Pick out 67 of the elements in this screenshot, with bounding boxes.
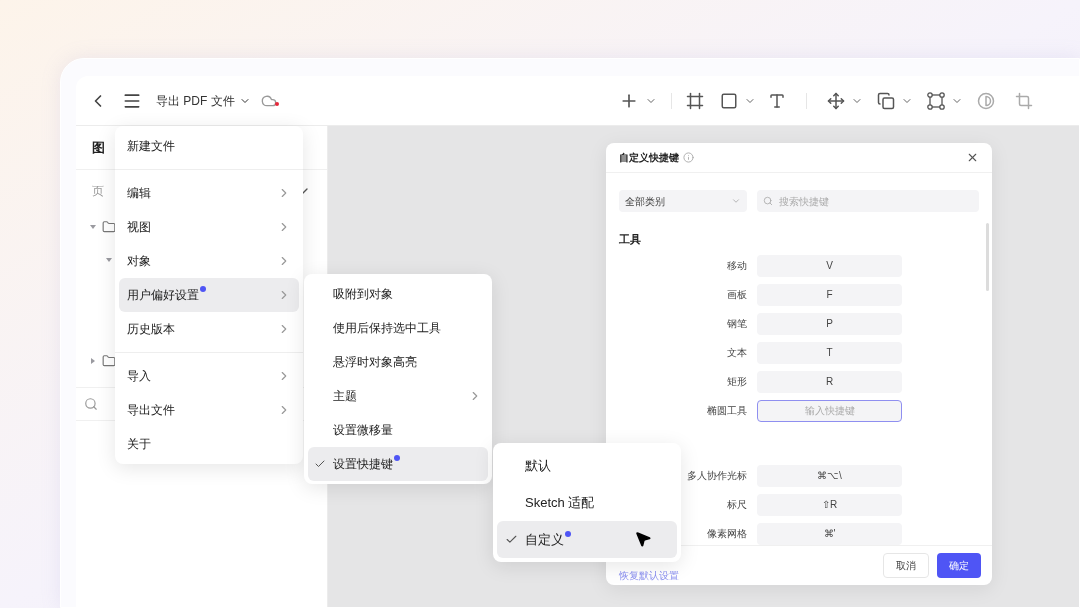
menu-item[interactable]: 导出文件 xyxy=(119,393,299,427)
layers-tab[interactable]: 图 xyxy=(92,137,105,158)
menu-item[interactable]: 新建文件 xyxy=(119,129,299,163)
menu-item[interactable]: 自定义 xyxy=(497,521,677,558)
expand-triangle-icon[interactable] xyxy=(106,256,112,263)
menu-item[interactable]: 主题 xyxy=(308,379,488,413)
category-select[interactable]: 全部类别 xyxy=(619,190,747,212)
vector-path-icon[interactable] xyxy=(927,91,945,110)
shortcut-field[interactable]: F xyxy=(757,283,902,306)
menu-item[interactable]: 设置快捷键 xyxy=(308,447,488,481)
menu-item[interactable]: 关于 xyxy=(119,427,299,461)
shortcut-label: 文本 xyxy=(726,346,747,360)
shortcut-label: 画板 xyxy=(726,288,747,302)
document-title-button[interactable]: 导出 PDF 文件 xyxy=(156,91,251,110)
cursor-icon xyxy=(634,530,652,548)
shortcut-field[interactable]: P xyxy=(757,312,902,335)
scrollbar[interactable] xyxy=(986,223,989,291)
search-field[interactable]: 搜索快捷键 xyxy=(757,190,979,212)
menu-item[interactable]: 编辑 xyxy=(119,176,299,210)
text-icon[interactable] xyxy=(768,91,786,110)
shortcut-label: 椭圆工具 xyxy=(706,404,747,418)
shortcut-field[interactable]: V xyxy=(757,254,902,277)
contrast-icon[interactable] xyxy=(977,91,995,110)
menu-item[interactable]: Sketch 适配 xyxy=(497,484,677,521)
shortcut-label: 多人协作光标 xyxy=(686,469,747,483)
move-icon[interactable] xyxy=(827,91,845,110)
dialog-title: 自定义快捷键 xyxy=(619,151,679,165)
confirm-button[interactable]: 确定 xyxy=(937,553,981,578)
menu-item[interactable]: 默认 xyxy=(497,447,677,484)
info-icon[interactable] xyxy=(683,152,694,163)
folder-icon xyxy=(102,353,116,368)
check-icon xyxy=(314,458,326,470)
menu-item[interactable]: 视图 xyxy=(119,210,299,244)
menu-item[interactable]: 对象 xyxy=(119,244,299,278)
menu-item[interactable]: 使用后保持选中工具 xyxy=(308,311,488,345)
shortcut-label: 矩形 xyxy=(726,375,747,389)
crop-icon[interactable] xyxy=(1015,91,1033,110)
shortcut-label: 钢笔 xyxy=(726,317,747,331)
folder-icon xyxy=(102,219,116,234)
section-heading: 工具 xyxy=(619,232,642,247)
menu-item[interactable]: 导入 xyxy=(119,359,299,393)
rectangle-icon[interactable] xyxy=(720,91,738,110)
shortcut-field[interactable]: ⌘⌥\ xyxy=(757,464,902,487)
menu-item[interactable]: 用户偏好设置 xyxy=(119,278,299,312)
search-icon xyxy=(763,196,773,206)
caret-icon xyxy=(731,196,741,206)
expand-triangle-icon[interactable] xyxy=(90,357,96,364)
shortcut-field[interactable]: ⌘' xyxy=(757,522,902,545)
menu-item[interactable]: 历史版本 xyxy=(119,312,299,346)
close-icon[interactable] xyxy=(966,151,979,164)
check-icon xyxy=(505,533,518,546)
shortcut-field[interactable]: ⇧R xyxy=(757,493,902,516)
menu-item[interactable]: 设置微移量 xyxy=(308,413,488,447)
shortcut-label: 移动 xyxy=(726,259,747,273)
shortcut-field[interactable]: T xyxy=(757,341,902,364)
shortcut-field[interactable]: 输入快捷键 xyxy=(757,399,902,422)
search-icon[interactable] xyxy=(84,397,98,411)
page-label: 页 xyxy=(92,183,104,200)
frame-icon[interactable] xyxy=(686,91,704,110)
boolean-icon[interactable] xyxy=(877,91,895,110)
shortcut-label: 标尺 xyxy=(726,498,747,512)
expand-triangle-icon[interactable] xyxy=(90,223,96,230)
shortcut-field[interactable]: R xyxy=(757,370,902,393)
cancel-button[interactable]: 取消 xyxy=(883,553,929,578)
menu-item[interactable]: 吸附到对象 xyxy=(308,277,488,311)
shortcut-label: 像素网格 xyxy=(706,527,747,541)
menu-item[interactable]: 悬浮时对象高亮 xyxy=(308,345,488,379)
